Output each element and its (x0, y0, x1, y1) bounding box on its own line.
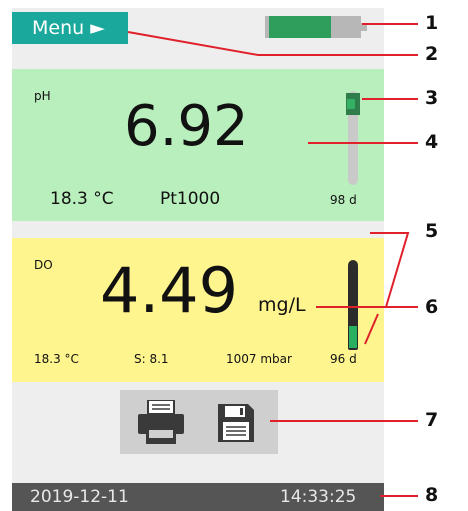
callout-5: 5 (425, 220, 439, 242)
callout-7: 7 (425, 409, 439, 431)
callout-4: 4 (425, 131, 439, 153)
callout-3: 3 (425, 87, 439, 109)
callout-8: 8 (425, 484, 439, 506)
callout-leader-lines (127, 23, 418, 497)
callout-2: 2 (425, 43, 439, 65)
callout-6: 6 (425, 296, 439, 318)
callout-1: 1 (425, 12, 439, 34)
